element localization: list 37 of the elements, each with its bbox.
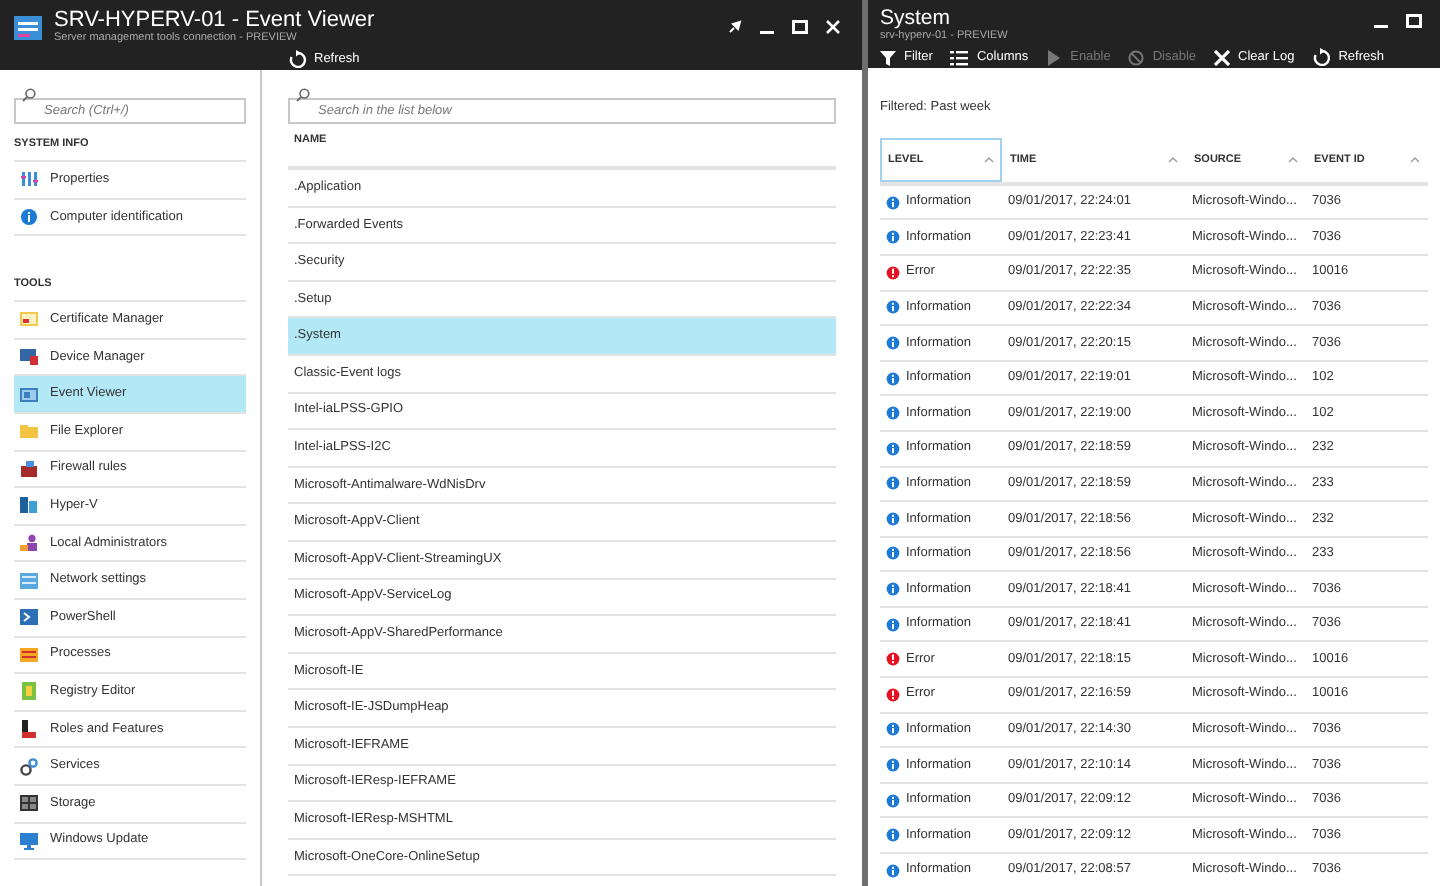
certificate-icon	[20, 310, 38, 329]
maximize-icon[interactable]	[1406, 14, 1422, 28]
terminal-icon	[20, 608, 38, 627]
maximize-icon[interactable]	[792, 20, 808, 34]
firewall-icon	[20, 459, 38, 478]
block-icon	[1128, 49, 1145, 66]
blade-title: System	[880, 6, 953, 30]
close-icon	[1214, 49, 1231, 66]
refresh-icon	[288, 50, 306, 69]
server-icon	[20, 496, 38, 515]
info-icon	[20, 207, 38, 226]
search-icon	[22, 88, 36, 102]
sort-icon	[1288, 155, 1298, 164]
play-icon	[1046, 49, 1063, 66]
users-icon	[20, 534, 38, 553]
monitor-icon	[20, 831, 38, 850]
monitor-icon	[20, 348, 38, 367]
registry-icon	[20, 682, 38, 701]
search-icon	[296, 88, 310, 102]
refresh-icon	[1312, 48, 1331, 67]
sort-icon	[1410, 155, 1420, 164]
sliders-icon	[20, 170, 38, 189]
gears-icon	[20, 757, 38, 776]
filter-icon	[880, 49, 896, 66]
close-icon[interactable]	[826, 20, 840, 34]
pin-icon[interactable]	[728, 20, 742, 34]
storage-icon	[20, 794, 38, 813]
list-icon	[950, 49, 969, 66]
roles-icon	[20, 720, 38, 739]
app-icon	[14, 15, 42, 39]
sort-icon	[984, 155, 994, 164]
window-icon	[20, 385, 38, 404]
processes-icon	[20, 645, 38, 664]
network-icon	[20, 571, 38, 590]
window-title: SRV-HYPERV-01 - Event Viewer	[54, 8, 375, 32]
sort-icon	[1168, 155, 1178, 164]
folder-icon	[20, 422, 38, 441]
